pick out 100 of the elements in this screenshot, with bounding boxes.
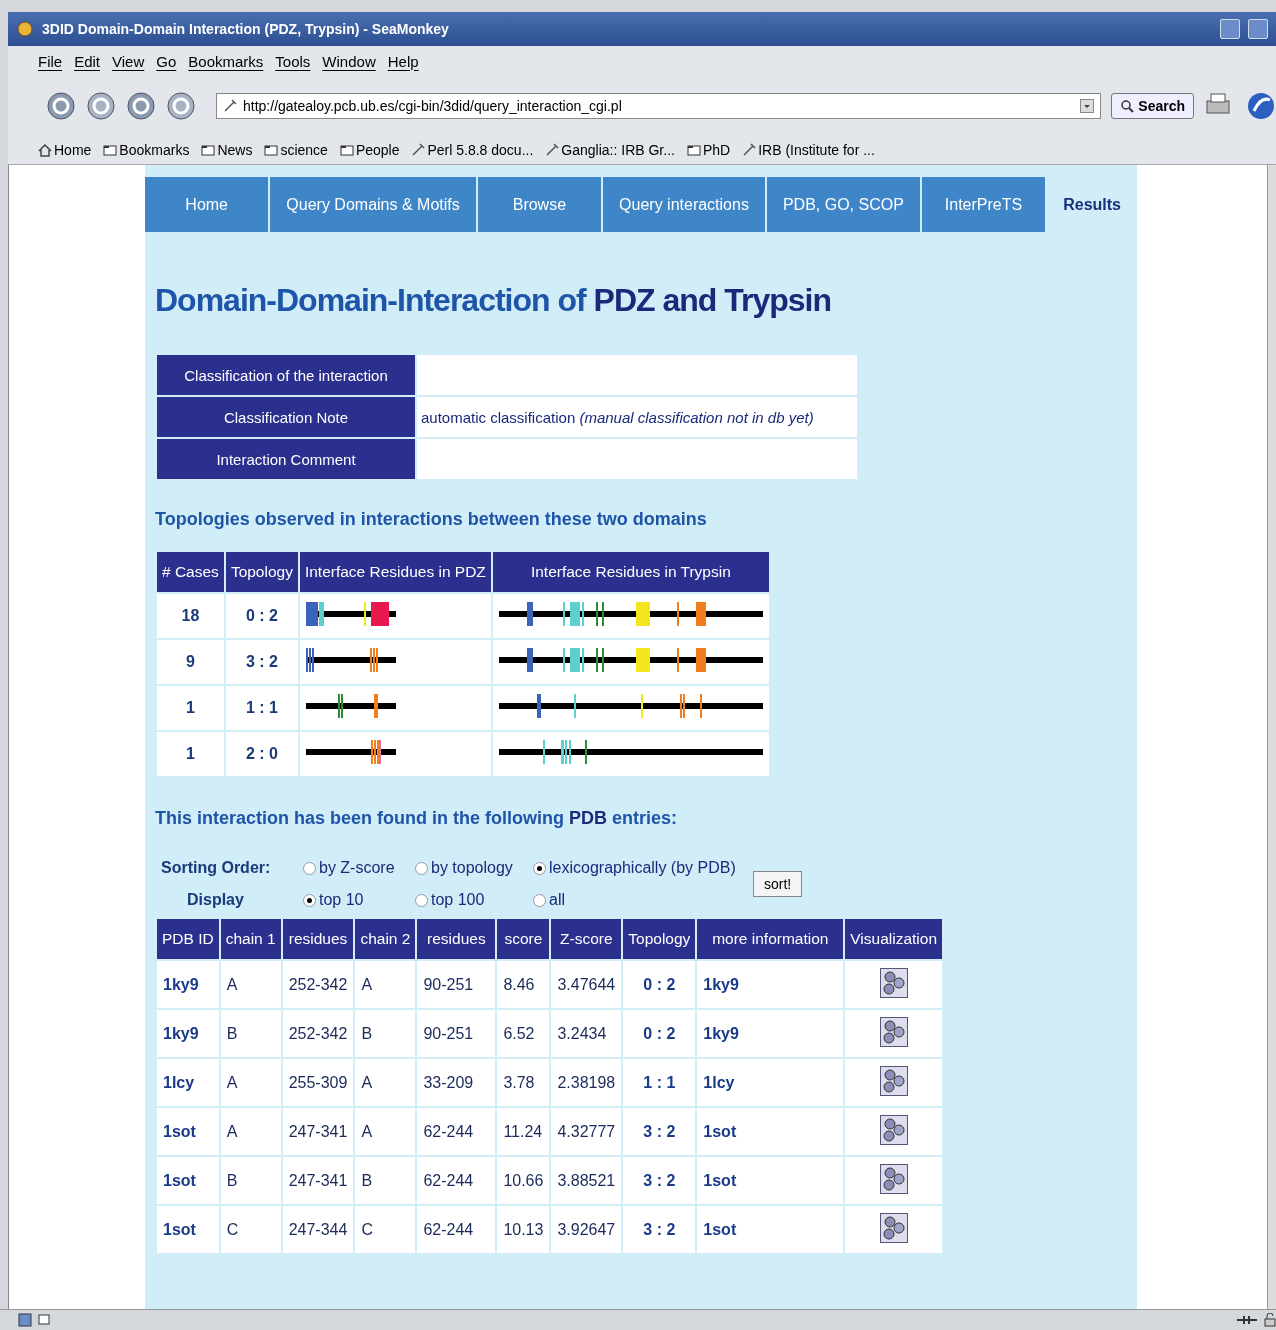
table-cell: 18 [157,594,224,638]
nav-tab[interactable]: Query Domains & Motifs [270,177,476,232]
menu-item[interactable]: File [38,52,63,70]
nav-tab[interactable]: InterPreTS [921,177,1046,232]
column-header: chain 1 [220,919,281,959]
address-field[interactable]: http://gatealoy.pcb.ub.es/cgi-bin/3did/query_interaction_cgi.pl [216,93,1102,119]
molecule-icon[interactable] [879,1065,908,1096]
column-header: chain 2 [355,919,416,959]
radio-label[interactable]: by topology [431,859,513,877]
pdb-link[interactable]: 1lcy [703,1073,735,1091]
table-cell: 3 : 2 [623,1108,696,1155]
pdb-link[interactable]: 1ky9 [703,1024,739,1042]
table-cell: B [355,1157,416,1204]
table-cell: A [355,961,416,1008]
menu-item[interactable]: Help [387,52,419,70]
column-header: score [497,919,550,959]
option-label: Sorting Order: [161,859,272,877]
radio-button[interactable] [415,861,428,875]
table-cell: 90-251 [417,1010,496,1057]
pdb-link[interactable]: 1sot [703,1122,737,1140]
table-cell: 3.2434 [551,1010,622,1057]
table-cell: A [355,1108,416,1155]
radio-button[interactable] [303,861,316,875]
radio-button[interactable] [415,893,428,907]
menu-item[interactable]: Edit [74,52,101,70]
table-cell: 8.46 [497,961,550,1008]
pdb-link[interactable]: 1lcy [163,1073,195,1091]
app-icon [16,20,34,38]
table-cell: 1 [157,686,224,730]
table-cell: 10.66 [497,1157,550,1204]
molecule-icon[interactable] [879,1016,908,1047]
column-header: Topology [225,552,298,592]
table-cell: 0 : 2 [623,1010,696,1057]
table-cell: 3.92647 [551,1206,622,1253]
column-header: residues [417,919,496,959]
bookmark-item[interactable]: PhD [686,142,731,158]
info-value: automatic classification (manual classification not in db yet) [417,397,857,437]
bookmark-item[interactable]: Perl 5.8.8 docu... [411,142,534,158]
bookmark-item[interactable]: IRB (Institute for ... [742,142,875,158]
bookmark-item[interactable]: science [264,142,328,158]
section-heading: Topologies observed in interactions between these two domains [155,509,708,530]
info-label: Interaction Comment [157,439,415,479]
menu-item[interactable]: Window [322,52,376,70]
folder-icon [686,144,701,156]
radio-button[interactable] [533,893,546,907]
radio-label[interactable]: lexicographically (by PDB) [549,859,736,877]
radio-label[interactable]: all [549,891,565,909]
radio-button[interactable] [303,893,316,907]
house-icon [38,143,52,157]
bookmark-item[interactable]: Ganglia:: IRB Gr... [545,142,675,158]
column-header: # Cases [157,552,224,592]
lock-icon [1264,1313,1276,1327]
menu-item[interactable]: Go [156,52,177,70]
molecule-icon[interactable] [879,1212,908,1243]
nav-tab[interactable]: Browse [477,177,602,232]
pdb-link[interactable]: 1sot [703,1171,737,1189]
table-cell: 247-344 [282,1206,354,1253]
bookmark-item[interactable]: People [339,142,400,158]
table-cell: A [220,1108,281,1155]
radio-label[interactable]: by Z-score [319,859,395,877]
table-cell: A [220,961,281,1008]
radio-label[interactable]: top 10 [319,891,364,909]
nav-tab[interactable]: Query interactions [603,177,765,232]
table-cell: 3 : 2 [225,640,298,684]
bookmark-item[interactable]: Bookmarks [103,142,190,158]
table-cell: 252-342 [282,961,354,1008]
menu-item[interactable]: View [112,52,145,70]
scrollbar[interactable] [1267,165,1276,1309]
table-cell: B [220,1010,281,1057]
dropdown-icon[interactable] [1080,99,1095,113]
nav-tab[interactable]: Home [145,177,269,232]
table-cell: 62-244 [417,1108,496,1155]
sort-button[interactable]: sort! [753,871,803,897]
bookmark-item[interactable]: Home [38,142,92,158]
table-cell: 247-341 [282,1157,354,1204]
window-title: 3DID Domain-Domain Interaction (PDZ, Trypsin) - SeaMonkey [42,21,450,37]
info-label: Classification of the interaction [157,355,415,395]
bookmark-icon [545,143,560,157]
folder-icon [103,144,118,156]
search-button[interactable]: Search [1111,93,1194,119]
bookmark-item[interactable]: News [201,142,253,158]
status-icon [18,1313,32,1327]
pdb-link[interactable]: 1ky9 [703,975,739,993]
table-cell: A [355,1059,416,1106]
table-cell: 9 [157,640,224,684]
column-header: PDB ID [157,919,219,959]
table-cell: 1 : 1 [225,686,298,730]
molecule-icon[interactable] [879,967,908,998]
molecule-icon[interactable] [879,1114,908,1145]
table-cell: 1 : 1 [623,1059,696,1106]
menu-item[interactable]: Bookmarks [188,52,264,70]
bookmark-icon [223,99,237,113]
molecule-icon[interactable] [879,1163,908,1194]
menu-item[interactable]: Tools [275,52,311,70]
radio-label[interactable]: top 100 [431,891,485,909]
pdb-link[interactable]: 1sot [703,1220,737,1238]
table-cell: 33-209 [417,1059,496,1106]
table-cell: 3.47644 [551,961,622,1008]
radio-button[interactable] [533,861,546,875]
nav-tab[interactable]: PDB, GO, SCOP [766,177,920,232]
